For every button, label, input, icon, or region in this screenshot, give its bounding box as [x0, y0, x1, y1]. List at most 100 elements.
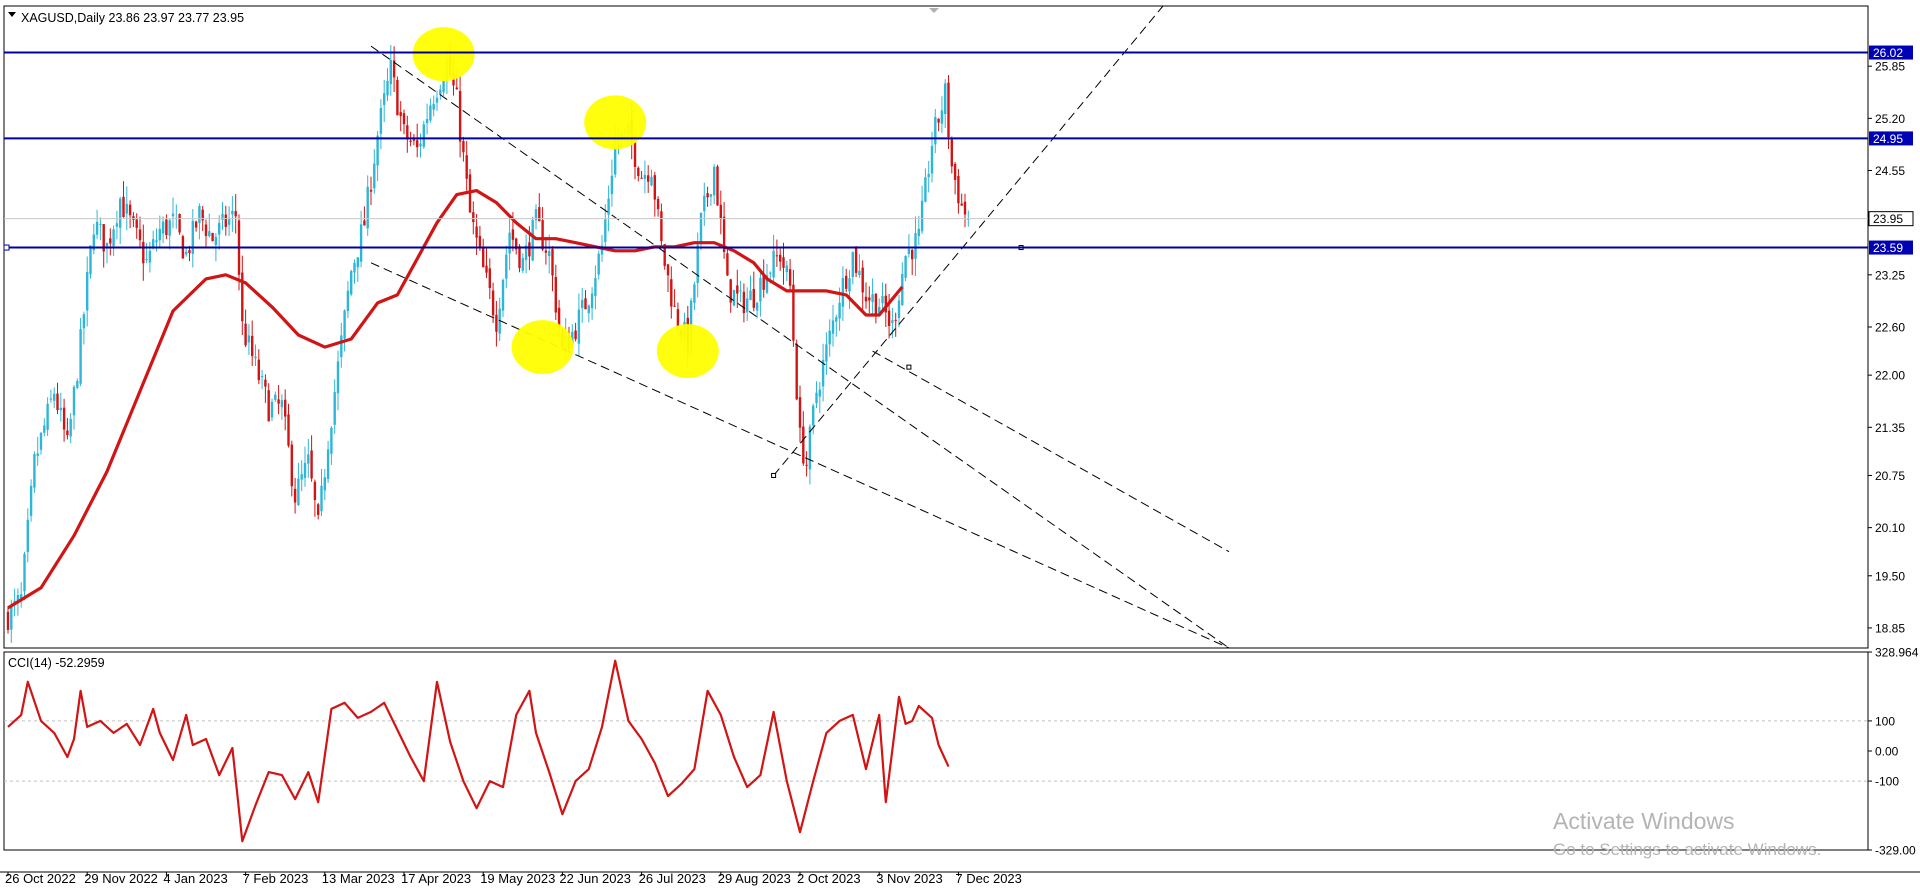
candle-bear [656, 198, 660, 210]
price-axis-label: 25.85 [1875, 60, 1905, 74]
candle-bull [693, 284, 696, 303]
candle-bull [772, 250, 775, 278]
candle-bear [554, 277, 557, 313]
candle-bear [313, 481, 317, 501]
current-price-tag-label: 23.95 [1873, 212, 1903, 226]
candle-bear [574, 330, 577, 340]
candle-bull [300, 474, 303, 480]
candle-bear [62, 407, 66, 430]
candle-bull [303, 462, 307, 478]
candle-bear [363, 220, 366, 226]
candle-bear [287, 414, 290, 446]
candle-bear [864, 296, 868, 302]
candle-bull [590, 293, 594, 309]
candle-bull [171, 213, 175, 217]
candle-bear [911, 249, 914, 260]
candle-bear [234, 211, 237, 217]
candle-bull [214, 237, 218, 246]
candle-bull [218, 222, 221, 235]
time-axis-label: 2 Oct 2023 [797, 871, 861, 886]
candle-bull [82, 314, 86, 329]
price-axis-label: 21.35 [1875, 421, 1905, 435]
candle-bear [511, 229, 515, 240]
candle-bull [208, 231, 211, 237]
candle-bull [917, 228, 920, 237]
candle-bear [475, 226, 478, 238]
candle-bull [709, 194, 713, 197]
candle-bear [805, 464, 808, 466]
candle-bull [835, 317, 838, 322]
candle-bear [412, 139, 416, 141]
trendline-anchor-handle[interactable] [771, 472, 777, 478]
candle-bull [333, 392, 336, 425]
candle-bear [488, 268, 491, 289]
highlight-marker [511, 320, 574, 375]
candle-bear [165, 219, 168, 236]
indicator-header: CCI(14) -52.2959 [8, 656, 105, 670]
candle-bull [881, 296, 884, 304]
candle-bull [587, 305, 590, 314]
candle-bear [458, 91, 462, 142]
candle-bull [346, 290, 350, 312]
candle-bear [640, 177, 643, 179]
candle-bull [746, 298, 749, 313]
price-axis-label: 19.50 [1875, 569, 1905, 583]
candle-bull [260, 375, 264, 378]
candle-bear [742, 291, 746, 314]
candle-bull [336, 361, 340, 394]
time-axis-label: 7 Dec 2023 [955, 871, 1022, 886]
candle-bull [340, 335, 343, 358]
candle-bull [650, 176, 653, 186]
candle-bull [376, 135, 379, 166]
candle-bull [297, 478, 300, 506]
chart-window[interactable]: 26.02 24.95 23.59 23.95 25.85 25.20 24.55 23.25… [0, 0, 1920, 888]
candle-bear [482, 246, 485, 268]
candle-bull [521, 258, 524, 271]
candle-bull [501, 279, 505, 311]
candle-bear [178, 213, 181, 233]
candle-bear [775, 255, 779, 257]
candle-bull [231, 210, 234, 215]
candle-bear [128, 204, 132, 216]
candle-bear [399, 112, 402, 117]
candle-bear [135, 219, 138, 228]
candle-bear [109, 238, 112, 244]
candle-bull [713, 166, 716, 196]
candle-bull [86, 272, 89, 311]
trendline-anchor-handle[interactable] [906, 364, 912, 370]
candle-bull [442, 80, 445, 93]
candle-bear [551, 248, 554, 276]
candle-bear [779, 254, 782, 262]
candle-bull [904, 255, 907, 278]
candle-bear [633, 140, 637, 167]
candle-bear [544, 250, 548, 253]
candle-bear [290, 444, 293, 487]
level-anchor-handle[interactable] [3, 244, 10, 251]
candle-bull [274, 394, 277, 400]
candle-bear [455, 87, 458, 90]
candle-bull [419, 143, 422, 147]
candle-bull [145, 259, 148, 261]
candle-bear [284, 399, 287, 417]
candle-bear [653, 175, 656, 200]
time-axis-label: 17 Apr 2023 [401, 871, 471, 886]
horizontal-level-tag-label: 24.95 [1873, 132, 1903, 146]
candle-bull [95, 221, 99, 235]
candle-bear [224, 214, 227, 227]
candle-bear [194, 221, 198, 228]
symbol-header: XAGUSD,Daily 23.86 23.97 23.77 23.95 [21, 11, 244, 25]
candle-bull [270, 401, 274, 418]
candle-bull [435, 97, 439, 103]
candle-bear [369, 189, 373, 192]
price-axis-label: 20.75 [1875, 469, 1905, 483]
candle-bull [429, 105, 432, 121]
candle-bear [251, 335, 254, 357]
price-axis-label: 25.20 [1875, 112, 1905, 126]
candle-bull [112, 229, 115, 247]
candle-bull [604, 219, 607, 242]
candle-bear [244, 323, 247, 346]
candle-bear [673, 305, 676, 307]
candle-bull [581, 299, 584, 308]
chart-canvas[interactable]: 26.02 24.95 23.59 23.95 25.85 25.20 24.55 23.25… [0, 0, 1920, 888]
candle-bear [736, 285, 739, 294]
